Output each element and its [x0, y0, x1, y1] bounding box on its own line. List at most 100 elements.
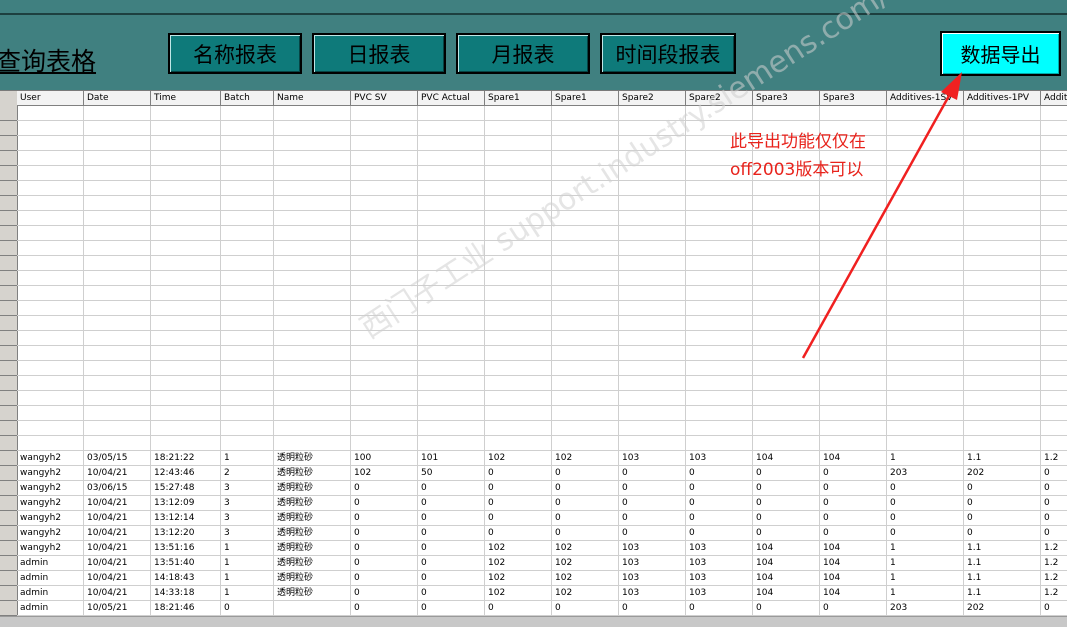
table-cell[interactable]	[887, 106, 964, 121]
table-cell[interactable]	[221, 271, 274, 286]
table-cell[interactable]	[151, 376, 221, 391]
table-cell[interactable]	[274, 376, 351, 391]
row-header[interactable]	[0, 421, 17, 436]
table-cell[interactable]	[151, 406, 221, 421]
table-cell[interactable]: 0	[418, 601, 485, 616]
table-cell[interactable]	[686, 436, 753, 451]
table-cell[interactable]: 0	[1041, 481, 1067, 496]
table-cell[interactable]: 0	[351, 511, 418, 526]
table-cell[interactable]	[552, 151, 619, 166]
table-cell[interactable]: 0	[619, 601, 686, 616]
table-cell[interactable]	[1041, 241, 1067, 256]
table-cell[interactable]	[887, 391, 964, 406]
table-cell[interactable]	[418, 361, 485, 376]
table-cell[interactable]	[418, 256, 485, 271]
table-cell[interactable]	[887, 406, 964, 421]
table-cell[interactable]	[820, 421, 887, 436]
table-cell[interactable]	[619, 136, 686, 151]
table-cell[interactable]: 0	[820, 496, 887, 511]
export-data-button[interactable]: 数据导出	[940, 31, 1061, 76]
table-cell[interactable]: 0	[351, 481, 418, 496]
table-cell[interactable]: 3	[221, 481, 274, 496]
table-cell[interactable]	[552, 241, 619, 256]
table-cell[interactable]	[84, 391, 151, 406]
table-cell[interactable]: 0	[887, 481, 964, 496]
table-cell[interactable]	[151, 226, 221, 241]
table-cell[interactable]: 103	[686, 451, 753, 466]
table-cell[interactable]	[84, 436, 151, 451]
table-cell[interactable]	[820, 286, 887, 301]
table-cell[interactable]: 104	[820, 451, 887, 466]
table-cell[interactable]	[84, 301, 151, 316]
table-cell[interactable]	[274, 226, 351, 241]
table-cell[interactable]	[274, 601, 351, 616]
table-cell[interactable]: 0	[686, 481, 753, 496]
table-cell[interactable]	[485, 196, 552, 211]
table-cell[interactable]	[485, 151, 552, 166]
daily-report-button[interactable]: 日报表	[312, 33, 446, 74]
table-cell[interactable]: 1.1	[964, 571, 1041, 586]
table-cell[interactable]	[84, 121, 151, 136]
table-cell[interactable]	[351, 436, 418, 451]
table-cell[interactable]	[485, 211, 552, 226]
table-cell[interactable]	[485, 256, 552, 271]
table-cell[interactable]	[686, 106, 753, 121]
table-cell[interactable]	[964, 106, 1041, 121]
table-cell[interactable]	[485, 331, 552, 346]
row-header[interactable]	[0, 391, 17, 406]
table-cell[interactable]: 102	[485, 571, 552, 586]
table-cell[interactable]: 0	[418, 571, 485, 586]
table-cell[interactable]	[619, 376, 686, 391]
table-cell[interactable]	[619, 286, 686, 301]
table-cell[interactable]	[686, 301, 753, 316]
table-cell[interactable]: 0	[552, 526, 619, 541]
table-cell[interactable]: 0	[485, 466, 552, 481]
table-cell[interactable]	[887, 181, 964, 196]
table-cell[interactable]	[753, 406, 820, 421]
table-cell[interactable]	[964, 346, 1041, 361]
table-cell[interactable]	[274, 106, 351, 121]
table-cell[interactable]: 0	[753, 526, 820, 541]
table-cell[interactable]	[686, 376, 753, 391]
table-cell[interactable]	[1041, 376, 1067, 391]
row-header[interactable]	[0, 346, 17, 361]
table-cell[interactable]	[820, 361, 887, 376]
table-cell[interactable]	[552, 361, 619, 376]
table-cell[interactable]: 透明粒砂	[274, 571, 351, 586]
table-cell[interactable]	[351, 181, 418, 196]
table-cell[interactable]	[221, 136, 274, 151]
row-header[interactable]	[0, 436, 17, 451]
table-cell[interactable]	[418, 106, 485, 121]
table-cell[interactable]	[17, 226, 84, 241]
column-header[interactable]: Name	[274, 91, 351, 106]
table-cell[interactable]	[820, 256, 887, 271]
table-cell[interactable]: 102	[552, 451, 619, 466]
table-cell[interactable]	[418, 346, 485, 361]
table-cell[interactable]	[17, 316, 84, 331]
table-cell[interactable]	[274, 406, 351, 421]
table-cell[interactable]	[552, 166, 619, 181]
table-cell[interactable]	[485, 181, 552, 196]
table-cell[interactable]	[418, 226, 485, 241]
row-header[interactable]	[0, 541, 17, 556]
table-cell[interactable]: 0	[887, 526, 964, 541]
table-cell[interactable]: 102	[485, 451, 552, 466]
column-header[interactable]: Batch	[221, 91, 274, 106]
table-cell[interactable]: 0	[418, 481, 485, 496]
table-cell[interactable]	[964, 391, 1041, 406]
table-row[interactable]: wangyh2 10/04/21 13:12:09 3 透明粒砂 0 0 0 0 0 0 0 0 0 0 0	[17, 496, 1067, 511]
table-cell[interactable]	[151, 346, 221, 361]
table-cell[interactable]	[221, 331, 274, 346]
table-cell[interactable]	[753, 391, 820, 406]
table-cell[interactable]	[619, 256, 686, 271]
table-cell[interactable]	[887, 376, 964, 391]
table-cell[interactable]	[17, 361, 84, 376]
row-header[interactable]	[0, 151, 17, 166]
table-cell[interactable]: 0	[418, 556, 485, 571]
table-cell[interactable]: 1	[887, 586, 964, 601]
table-cell[interactable]	[418, 241, 485, 256]
table-cell[interactable]: 0	[686, 601, 753, 616]
table-row[interactable]: wangyh2 10/04/21 13:12:14 3 透明粒砂 0 0 0 0 0 0 0 0 0 0 0	[17, 511, 1067, 526]
table-cell[interactable]: 0	[221, 601, 274, 616]
table-cell[interactable]: 透明粒砂	[274, 481, 351, 496]
